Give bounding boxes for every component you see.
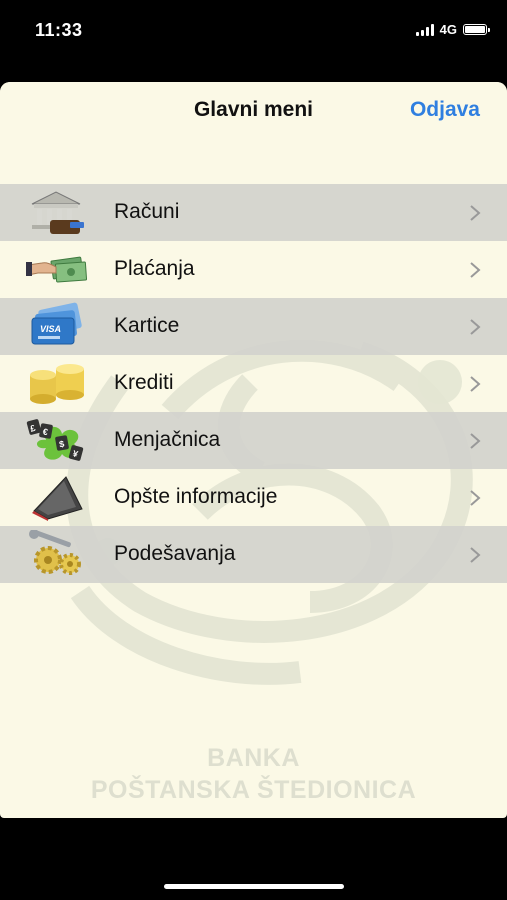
chevron-right-icon xyxy=(470,433,481,449)
chevron-right-icon xyxy=(470,490,481,506)
chevron-right-icon xyxy=(470,319,481,335)
menu-item-label: Računi xyxy=(114,200,180,223)
menu-item-label: Kartice xyxy=(114,314,180,337)
gold-coins-icon xyxy=(30,364,84,404)
currency-exchange-icon: £ € $ ¥ xyxy=(26,419,84,461)
menu-item-label: Podešavanja xyxy=(114,542,236,565)
menu-item-label: Krediti xyxy=(114,371,174,394)
chevron-right-icon xyxy=(470,547,481,563)
bank-name-line2: POŠTANSKA ŠTEDIONICA xyxy=(90,776,417,804)
logout-button[interactable]: Odjava xyxy=(410,98,480,122)
bank-name-line1: BANKA xyxy=(207,744,300,772)
menu-item-cards[interactable]: VISA Kartice xyxy=(0,298,507,355)
info-book-icon xyxy=(32,476,83,521)
credit-cards-icon: VISA xyxy=(31,302,82,345)
bank-name-watermark: BANKA POŠTANSKA ŠTEDIONICA xyxy=(0,742,507,806)
menu-item-payments[interactable]: Plaćanja xyxy=(0,241,507,298)
main-menu-list: Računi Plaćanja VISA Kartice Krediti £ €… xyxy=(0,184,507,583)
battery-icon xyxy=(463,24,490,35)
chevron-right-icon xyxy=(470,262,481,278)
hand-money-icon xyxy=(26,256,88,283)
menu-item-accounts[interactable]: Računi xyxy=(0,184,507,241)
menu-item-settings[interactable]: Podešavanja xyxy=(0,526,507,583)
menu-item-label: Plaćanja xyxy=(114,257,195,280)
network-type: 4G xyxy=(439,22,457,37)
gears-wrench-icon xyxy=(29,530,81,575)
status-indicators: 4G xyxy=(415,22,490,37)
menu-item-label: Opšte informacije xyxy=(114,485,278,508)
bank-wallet-icon xyxy=(31,191,84,234)
svg-text:VISA: VISA xyxy=(40,324,61,334)
chevron-right-icon xyxy=(470,205,481,221)
navigation-bar: Glavni meni Odjava xyxy=(0,82,507,138)
status-time: 11:33 xyxy=(35,20,83,40)
menu-item-general-info[interactable]: Opšte informacije xyxy=(0,469,507,526)
main-menu-screen: BANKA POŠTANSKA ŠTEDIONICA Glavni meni O… xyxy=(0,82,507,818)
menu-item-label: Menjačnica xyxy=(114,428,221,451)
signal-strength-icon xyxy=(415,23,434,36)
menu-item-loans[interactable]: Krediti xyxy=(0,355,507,412)
menu-item-exchange[interactable]: £ € $ ¥ Menjačnica xyxy=(0,412,507,469)
home-indicator[interactable] xyxy=(164,884,344,889)
chevron-right-icon xyxy=(470,376,481,392)
status-bar: 11:33 4G xyxy=(0,0,507,62)
